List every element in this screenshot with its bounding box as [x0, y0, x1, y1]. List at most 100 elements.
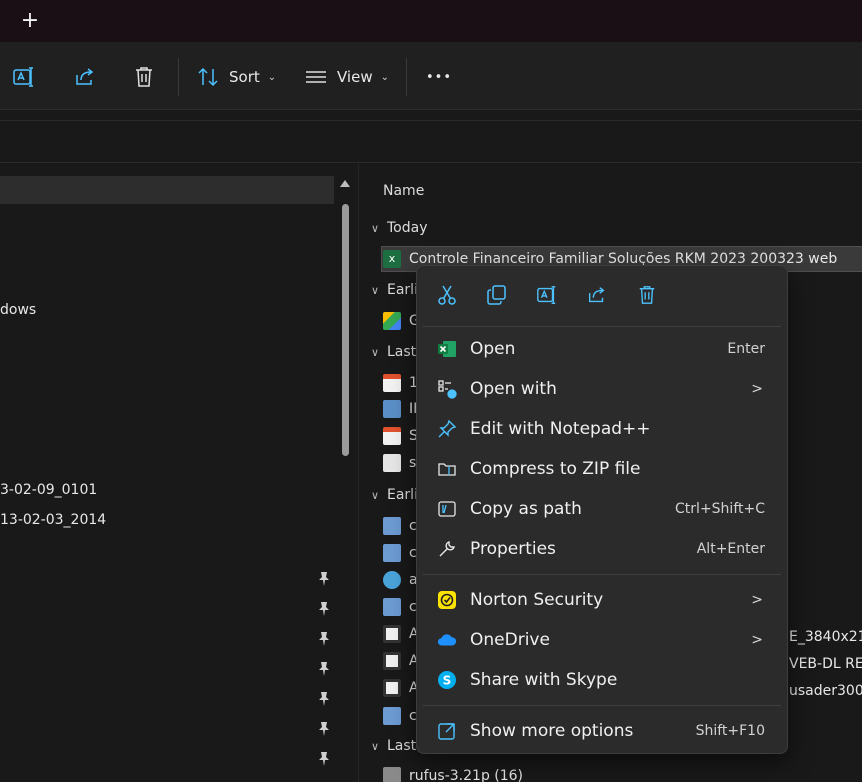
menu-separator — [423, 705, 781, 706]
share-icon — [588, 287, 605, 303]
menu-separator — [423, 326, 781, 327]
pin-icon — [318, 632, 330, 646]
chevron-down-icon: ∨ — [371, 284, 380, 297]
file-name-overflow: VEB-DL REA — [789, 656, 862, 672]
cut-button[interactable] — [434, 282, 460, 308]
shortcut-file-icon — [383, 707, 401, 725]
more-options-button[interactable]: ••• — [426, 62, 452, 92]
menu-item-compress-zip[interactable]: Compress to ZIP file — [423, 451, 781, 487]
trash-icon — [136, 67, 152, 87]
menu-item-onedrive[interactable]: OneDrive > — [423, 622, 781, 658]
group-header-earlier[interactable]: ∨ Earli — [371, 282, 418, 298]
copy-button[interactable] — [484, 282, 510, 308]
scrollbar-thumb[interactable] — [342, 204, 349, 456]
share-button[interactable] — [73, 62, 97, 92]
file-row[interactable]: c — [383, 595, 417, 619]
delete-button[interactable] — [133, 62, 155, 92]
view-label: View — [337, 68, 373, 86]
shortcut-file-icon — [383, 544, 401, 562]
context-menu: Open Enter Open with > Edit with Notepad… — [416, 265, 788, 754]
chevron-right-icon: > — [751, 381, 763, 397]
scissors-icon — [438, 285, 456, 305]
new-tab-button[interactable]: + — [18, 8, 42, 34]
group-header-last[interactable]: ∨ Last — [371, 344, 416, 360]
chevron-right-icon: > — [751, 632, 763, 648]
file-row[interactable]: a — [383, 568, 418, 592]
open-with-icon — [437, 379, 457, 399]
file-row[interactable]: c — [383, 704, 417, 728]
file-row[interactable]: c — [383, 541, 417, 565]
copy-icon — [487, 285, 506, 305]
file-row[interactable]: s — [383, 451, 416, 475]
disc-image-icon — [383, 571, 401, 589]
file-row[interactable]: A — [383, 622, 419, 646]
file-row[interactable]: rufus-3.21p (16) — [383, 764, 523, 782]
nav-item[interactable]: 13-02-03_2014 — [0, 512, 106, 528]
menu-item-share-skype[interactable]: S Share with Skype — [423, 662, 781, 698]
view-button[interactable]: View ⌄ — [305, 62, 389, 92]
toolbar-divider — [406, 58, 407, 96]
share-button[interactable] — [584, 282, 610, 308]
menu-item-open-with[interactable]: Open with > — [423, 371, 781, 407]
toolbar-divider — [178, 58, 179, 96]
rename-button[interactable] — [12, 62, 36, 92]
context-quick-actions — [417, 266, 787, 324]
sort-button[interactable]: Sort ⌄ — [197, 62, 276, 92]
excel-file-icon: x — [383, 250, 401, 268]
pin-icon — [318, 662, 330, 676]
text-file-icon — [383, 454, 401, 472]
group-header-earlier[interactable]: ∨ Earli — [371, 487, 418, 503]
nav-selected-item[interactable] — [0, 176, 334, 204]
chevron-down-icon: ∨ — [371, 222, 380, 235]
tab-bar: + — [0, 0, 862, 42]
pin-icon — [318, 752, 330, 766]
zip-folder-icon — [437, 459, 457, 479]
trash-icon — [639, 286, 655, 304]
menu-item-show-more-options[interactable]: Show more options Shift+F10 — [423, 713, 781, 749]
pin-icon — [318, 602, 330, 616]
rename-button[interactable] — [534, 282, 560, 308]
file-row[interactable]: A — [383, 649, 419, 673]
nav-item[interactable]: 3-02-09_0101 — [0, 482, 97, 498]
menu-item-properties[interactable]: Properties Alt+Enter — [423, 531, 781, 567]
view-icon — [306, 71, 326, 83]
document-file-icon — [383, 427, 401, 445]
wrench-icon — [437, 539, 457, 559]
video-file-icon — [383, 625, 401, 643]
onedrive-icon — [437, 630, 457, 650]
delete-button[interactable] — [634, 282, 660, 308]
external-link-icon — [437, 721, 457, 741]
scroll-up-arrow[interactable] — [340, 180, 350, 187]
menu-item-norton[interactable]: Norton Security > — [423, 582, 781, 618]
chevron-down-icon: ∨ — [371, 346, 380, 359]
video-file-icon — [383, 652, 401, 670]
sort-icon — [198, 67, 218, 87]
chevron-down-icon: ⌄ — [380, 71, 389, 83]
file-row[interactable]: S — [383, 424, 418, 448]
address-bar[interactable] — [0, 120, 862, 163]
menu-item-open[interactable]: Open Enter — [423, 331, 781, 367]
file-row[interactable]: G — [383, 309, 420, 333]
video-file-icon — [383, 679, 401, 697]
file-row[interactable]: 1 — [383, 371, 418, 395]
shortcut-file-icon — [383, 517, 401, 535]
share-icon — [76, 68, 94, 85]
command-bar: Sort ⌄ View ⌄ ••• — [0, 42, 862, 110]
sort-label: Sort — [229, 68, 260, 86]
chevron-down-icon: ∨ — [371, 489, 380, 502]
group-header-today[interactable]: ∨ Today — [371, 220, 428, 236]
skype-icon: S — [437, 670, 457, 690]
file-row[interactable]: c — [383, 514, 417, 538]
group-header-last[interactable]: ∨ Last — [371, 738, 416, 754]
copy-path-icon — [437, 499, 457, 519]
column-header-name[interactable]: Name — [383, 183, 424, 199]
excel-icon — [437, 339, 457, 359]
menu-item-edit-notepad[interactable]: Edit with Notepad++ — [423, 411, 781, 447]
menu-item-copy-as-path[interactable]: Copy as path Ctrl+Shift+C — [423, 491, 781, 527]
file-row[interactable]: A — [383, 676, 419, 700]
pin-icon — [318, 692, 330, 706]
nav-item[interactable]: dows — [0, 302, 36, 318]
rename-icon — [537, 286, 556, 304]
pin-icon — [318, 722, 330, 736]
chevron-down-icon: ⌄ — [267, 71, 277, 83]
